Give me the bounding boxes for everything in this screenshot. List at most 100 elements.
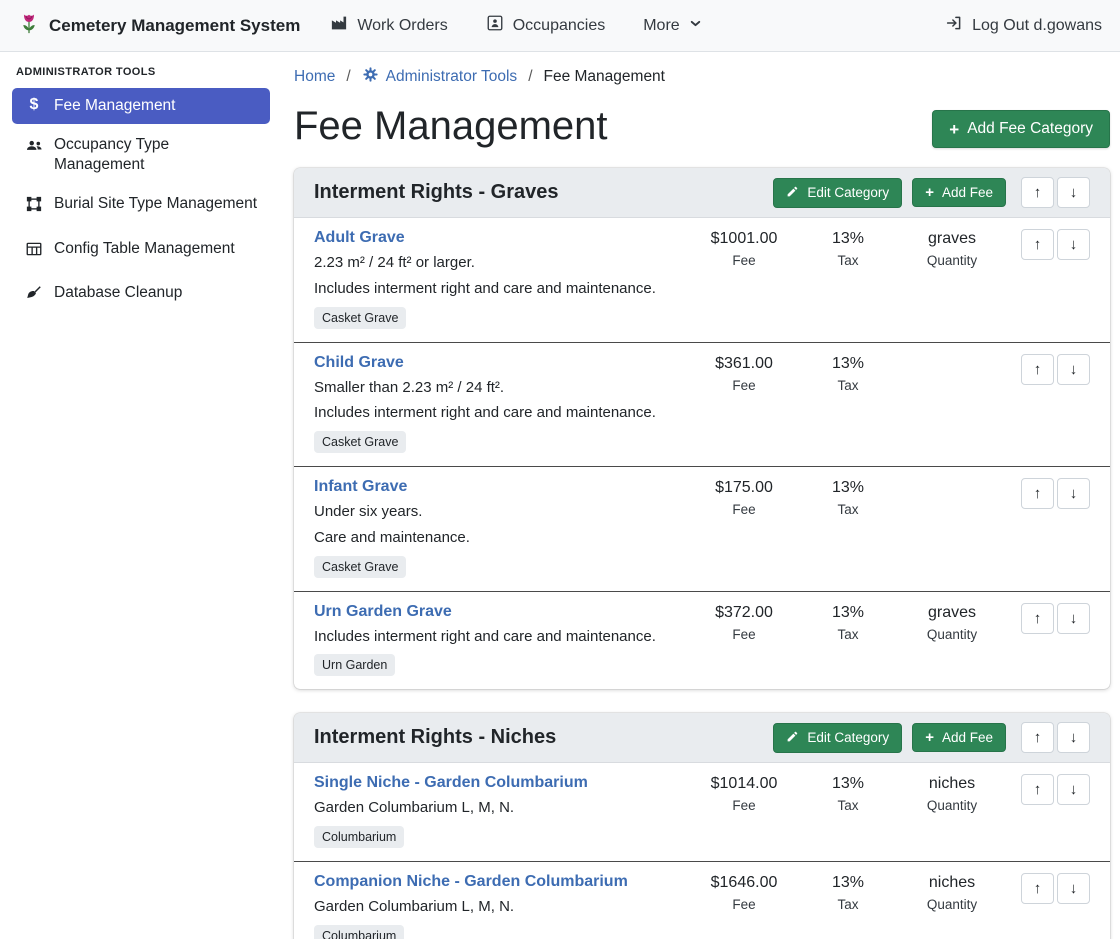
move-fee-up-button[interactable]: ↑ [1021,873,1054,904]
sidebar-item-burial-site-type-management[interactable]: Burial Site Type Management [12,186,270,227]
breadcrumb-separator: / [528,68,532,86]
fee-tax-label: Tax [796,627,900,642]
move-category-down-button[interactable]: ↓ [1057,722,1090,753]
fee-tax-label: Tax [796,378,900,393]
move-fee-down-button[interactable]: ↓ [1057,603,1090,634]
fee-quantity-label: Quantity [900,798,1004,813]
move-category-down-button[interactable]: ↓ [1057,177,1090,208]
move-category-up-button[interactable]: ↑ [1021,177,1054,208]
fee-amount-label: Fee [692,627,796,642]
fee-info: Adult Grave 2.23 m² / 24 ft² or larger.I… [314,229,692,329]
add-fee-button[interactable]: + Add Fee [912,723,1006,752]
move-fee-down-button[interactable]: ↓ [1057,873,1090,904]
move-fee-up-button[interactable]: ↑ [1021,229,1054,260]
move-fee-up-button[interactable]: ↑ [1021,354,1054,385]
fee-description: Includes interment right and care and ma… [314,280,692,299]
add-fee-button[interactable]: + Add Fee [912,178,1006,207]
fee-tax-cell: 13% Tax [796,774,900,813]
breadcrumb-admin-tools-link[interactable]: Administrator Tools [362,66,518,88]
fee-type-badge: Columbarium [314,925,404,939]
move-fee-up-button[interactable]: ↑ [1021,603,1054,634]
add-fee-category-button[interactable]: + Add Fee Category [932,110,1110,148]
nav-more[interactable]: More [643,17,701,35]
plus-icon: + [925,730,934,745]
page-title: Fee Management [294,102,608,150]
fee-name-link[interactable]: Single Niche - Garden Columbarium [314,774,588,792]
fee-row: Urn Garden Grave Includes interment righ… [294,591,1110,690]
fee-name-link[interactable]: Infant Grave [314,478,407,496]
fee-descriptions: 2.23 m² / 24 ft² or larger.Includes inte… [314,254,692,299]
fee-description: Includes interment right and care and ma… [314,404,692,423]
category-header: Interment Rights - Niches Edit Category … [294,713,1110,763]
breadcrumb-home-link[interactable]: Home [294,68,335,86]
fee-tax-label: Tax [796,253,900,268]
fee-description: Smaller than 2.23 m² / 24 ft². [314,379,692,398]
fee-amount: $1646.00 [692,874,796,892]
arrow-down-icon: ↓ [1070,237,1078,252]
arrow-down-icon: ↓ [1070,486,1078,501]
move-fee-down-button[interactable]: ↓ [1057,229,1090,260]
fee-name-link[interactable]: Companion Niche - Garden Columbarium [314,873,628,891]
sidebar-item-fee-management[interactable]: $ Fee Management [12,88,270,124]
fee-amount-label: Fee [692,897,796,912]
fee-reorder-controls: ↑ ↓ [1021,603,1090,634]
top-navbar: Cemetery Management System Work Orders O… [0,0,1120,52]
fee-name-link[interactable]: Adult Grave [314,229,405,247]
arrow-up-icon: ↑ [1034,782,1042,797]
fee-quantity: graves [900,604,1004,622]
fee-descriptions: Smaller than 2.23 m² / 24 ft². Includes i… [314,379,692,424]
fee-tax-label: Tax [796,502,900,517]
fee-amount: $361.00 [692,355,796,373]
arrow-down-icon: ↓ [1070,730,1078,745]
fee-tax: 13% [796,604,900,622]
nav-occupancies[interactable]: Occupancies [486,14,606,37]
fee-row: Companion Niche - Garden Columbarium Gar… [294,861,1110,939]
category-title: Interment Rights - Graves [314,181,763,204]
fee-category-card: Interment Rights - Graves Edit Category … [294,168,1110,689]
sidebar-heading: Administrator Tools [16,66,266,78]
fee-quantity-label: Quantity [900,253,1004,268]
fee-category-list: Interment Rights - Graves Edit Category … [294,168,1110,939]
fee-descriptions: Garden Columbarium L, M, N. [314,799,692,818]
fee-row: Infant Grave Under six years.Care and ma… [294,466,1110,591]
fee-reorder-controls: ↑ ↓ [1021,873,1090,904]
fee-tax: 13% [796,775,900,793]
logout-link[interactable]: Log Out d.gowans [945,14,1102,37]
category-reorder-controls: ↑ ↓ [1021,722,1090,753]
edit-category-button[interactable]: Edit Category [773,723,902,753]
logout-icon [945,14,963,37]
fee-amount-cell: $1646.00 Fee [692,873,796,912]
occupancies-icon [486,14,504,37]
sidebar-item-occupancy-type-management[interactable]: Occupancy Type Management [12,127,270,183]
move-category-up-button[interactable]: ↑ [1021,722,1054,753]
move-fee-down-button[interactable]: ↓ [1057,774,1090,805]
fee-quantity-cell [900,478,1004,484]
fee-description: Includes interment right and care and ma… [314,628,692,647]
edit-category-button[interactable]: Edit Category [773,178,902,208]
fee-amount: $1001.00 [692,230,796,248]
fee-amount-cell: $1014.00 Fee [692,774,796,813]
arrow-up-icon: ↑ [1034,486,1042,501]
fee-description: Garden Columbarium L, M, N. [314,898,692,917]
fee-list: Adult Grave 2.23 m² / 24 ft² or larger.I… [294,218,1110,689]
move-fee-up-button[interactable]: ↑ [1021,478,1054,509]
fee-quantity-cell: niches Quantity [900,873,1004,912]
sidebar-item-config-table-management[interactable]: Config Table Management [12,231,270,272]
fee-type-badge: Columbarium [314,826,404,848]
fee-category-card: Interment Rights - Niches Edit Category … [294,713,1110,939]
nav-work-orders[interactable]: Work Orders [330,14,447,37]
fee-tax-cell: 13% Tax [796,478,900,517]
fee-amount-label: Fee [692,502,796,517]
fee-tax-cell: 13% Tax [796,354,900,393]
fee-name-link[interactable]: Urn Garden Grave [314,603,452,621]
fee-name-link[interactable]: Child Grave [314,354,404,372]
sidebar-item-database-cleanup[interactable]: Database Cleanup [12,275,270,316]
move-fee-up-button[interactable]: ↑ [1021,774,1054,805]
move-fee-down-button[interactable]: ↓ [1057,354,1090,385]
move-fee-down-button[interactable]: ↓ [1057,478,1090,509]
fee-row: Child Grave Smaller than 2.23 m² / 24 ft… [294,342,1110,467]
fee-info: Companion Niche - Garden Columbarium Gar… [314,873,692,939]
plot-frame-icon [24,195,44,219]
app-brand[interactable]: Cemetery Management System [18,11,300,41]
table-icon [24,240,44,264]
